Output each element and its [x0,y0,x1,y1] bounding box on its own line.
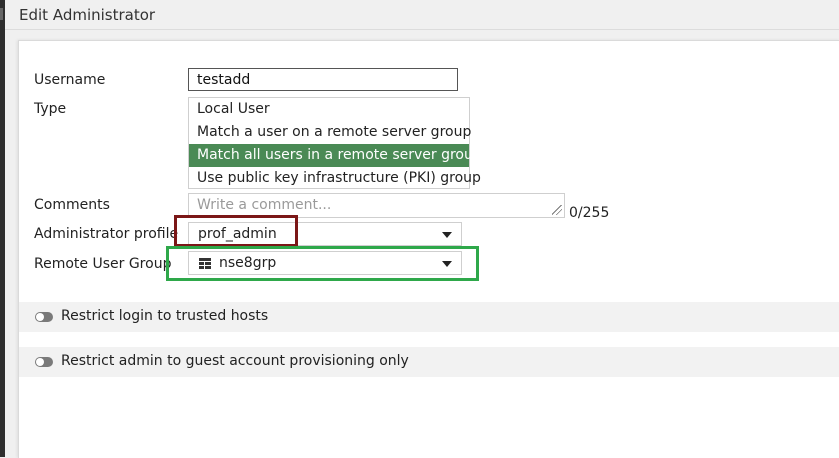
nav-indicator [0,8,3,20]
trusted-hosts-section: Restrict login to trusted hosts [19,302,839,332]
guest-provisioning-toggle[interactable] [35,357,53,367]
type-option-list: Local User Match a user on a remote serv… [188,97,482,190]
guest-provisioning-label: Restrict admin to guest account provisio… [61,353,409,369]
header-bar: Edit Administrator [5,0,839,30]
remote-user-group-highlight-box [166,246,479,281]
guest-provisioning-section: Restrict admin to guest account provisio… [19,347,839,377]
type-option-match-user-remote[interactable]: Match a user on a remote server group [189,121,471,144]
comment-char-counter: 0/255 [569,205,610,221]
admin-profile-label: Administrator profile [34,226,179,242]
type-label: Type [34,101,67,117]
username-label: Username [34,72,106,88]
type-option-match-all-remote[interactable]: Match all users in a remote server group [189,144,482,167]
page-title: Edit Administrator [19,6,156,24]
remote-user-group-label: Remote User Group [34,256,172,272]
type-option-local-user[interactable]: Local User [189,98,469,121]
left-nav-strip [0,0,5,457]
admin-profile-highlight-box [174,215,298,247]
comments-placeholder: Write a comment... [197,197,332,213]
username-input[interactable]: testadd [188,68,458,91]
trusted-hosts-toggle[interactable] [35,312,53,322]
resize-grip-icon[interactable] [552,205,562,215]
trusted-hosts-label: Restrict login to trusted hosts [61,308,269,324]
comments-label: Comments [34,197,110,213]
chevron-down-icon [442,232,452,238]
type-option-pki-group[interactable]: Use public key infrastructure (PKI) grou… [189,167,481,190]
